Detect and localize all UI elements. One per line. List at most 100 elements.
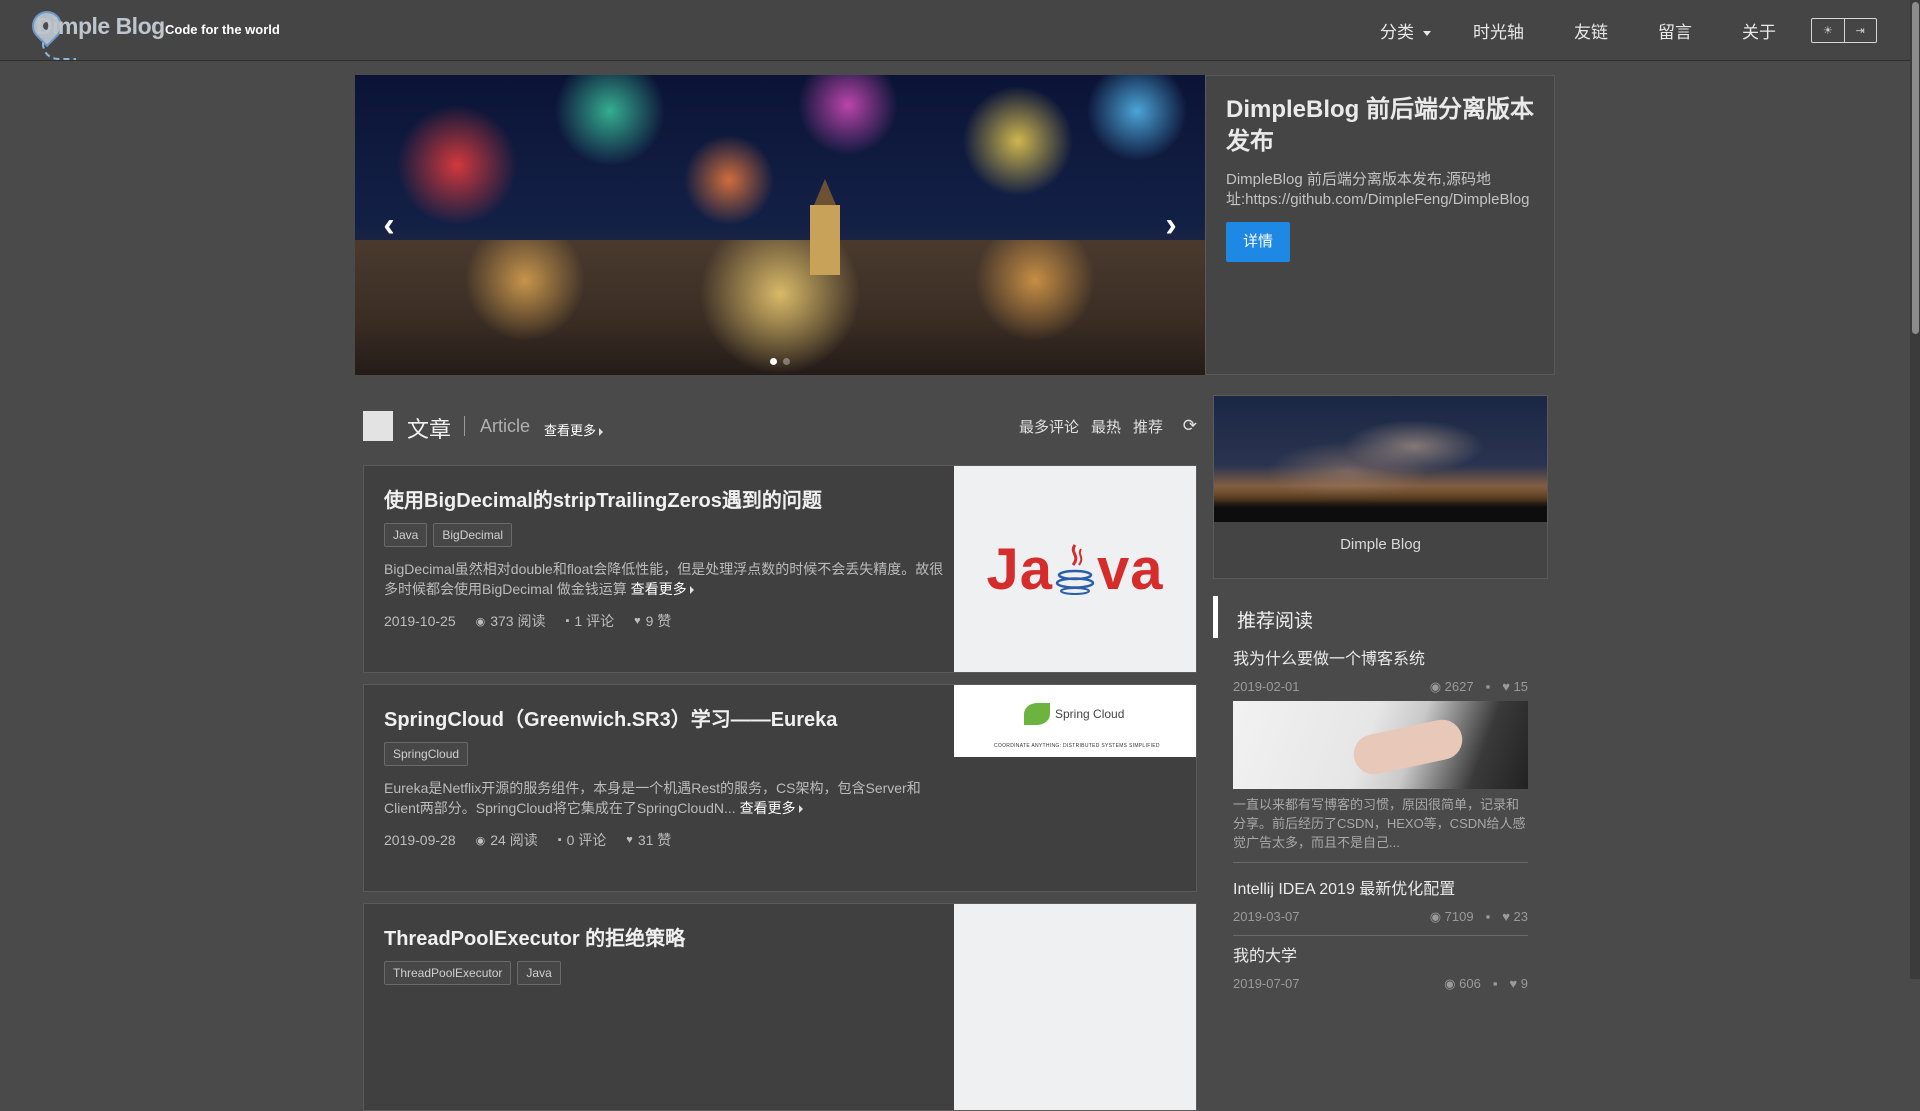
nav-friend-links[interactable]: 友链 — [1574, 18, 1608, 43]
sort-recommended[interactable]: 推荐 — [1133, 416, 1163, 437]
article-cover-java[interactable]: Ja va — [954, 466, 1196, 672]
view-more-label: 查看更多 — [544, 423, 597, 438]
nav-guestbook[interactable]: 留言 — [1658, 18, 1692, 43]
eye-icon: ◉ — [1429, 679, 1442, 694]
article-summary-text: Eureka是Netflix开源的服务组件，本身是一个机遇Rest的服务，CS架… — [384, 780, 921, 816]
recommended-item-title[interactable]: 我的大学 — [1233, 942, 1528, 966]
comment-icon: ▪ — [1485, 679, 1491, 694]
reads-count: 606 — [1459, 976, 1481, 991]
recommended-item-block: Intellij IDEA 2019 最新优化配置 2019-03-07 ◉ 7… — [1233, 875, 1528, 936]
article-cover-image[interactable] — [954, 904, 1196, 1110]
spring-cloud-logo: Spring Cloud — [1024, 703, 1124, 725]
refresh-icon[interactable]: ⟳ — [1183, 416, 1197, 436]
profile-card: Dimple Blog — [1213, 395, 1548, 579]
article-tag[interactable]: SpringCloud — [384, 742, 469, 766]
reads-count: 7109 — [1444, 909, 1474, 924]
article-title[interactable]: SpringCloud（Greenwich.SR3）学习——Eureka — [384, 703, 944, 732]
recommended-item-stats: ◉ 606 ▪ ♥ 9 — [1444, 976, 1528, 992]
article-tag[interactable]: BigDecimal — [433, 523, 513, 547]
article-summary: BigDecimal虽然相对double和float会降低性能，但是处理浮点数的… — [384, 559, 944, 599]
carousel-dot-active[interactable] — [770, 358, 777, 365]
section-divider — [464, 416, 465, 436]
recommended-item[interactable]: 我为什么要做一个博客系统 2019-02-01 ◉ 2627 ▪ ♥ 15 一直… — [1233, 645, 1528, 863]
article-body: 使用BigDecimal的stripTrailingZeros遇到的问题 Jav… — [384, 484, 944, 631]
article-meta: 2019-10-25 ◉ 373 阅读 ▪ 1 评论 ♥ 9 赞 — [384, 611, 944, 631]
recommended-item-reads: ◉ 606 — [1444, 976, 1481, 992]
carousel-image-town — [355, 240, 1205, 375]
likes-count: 9 — [1520, 976, 1528, 991]
recommended-accent-bar — [1213, 596, 1218, 638]
logo-text: Dimple Blog — [36, 13, 165, 39]
spring-logo-text: Spring Cloud — [1055, 707, 1125, 721]
logo-trail-decoration — [42, 38, 76, 60]
chevron-down-icon — [1423, 31, 1431, 37]
article-date: 2019-10-25 — [384, 613, 456, 629]
recommended-item-title[interactable]: Intellij IDEA 2019 最新优化配置 — [1233, 875, 1528, 899]
comment-icon: ▪ — [565, 615, 570, 627]
nav-category[interactable]: 分类 — [1380, 18, 1431, 43]
featured-description: DimpleBlog 前后端分离版本发布,源码地址:https://github… — [1226, 171, 1530, 208]
hero-carousel[interactable]: ‹ › — [355, 75, 1205, 375]
article-tag[interactable]: Java — [384, 523, 428, 547]
recommended-item-meta: 2019-07-07 ◉ 606 ▪ ♥ 9 — [1233, 976, 1528, 992]
recommended-item-summary: 一直以来都有写博客的习惯，原因很简单，记录和分享。前后经历了CSDN，HEXO等… — [1233, 795, 1528, 863]
article-tag[interactable]: Java — [517, 961, 561, 985]
site-slogan: Code for the world — [165, 22, 280, 37]
eye-icon: ◉ — [475, 834, 486, 847]
carousel-next-icon[interactable]: › — [1151, 205, 1191, 245]
carousel-image-tower — [810, 179, 840, 275]
article-view-more-link[interactable]: 查看更多 — [740, 800, 803, 816]
article-tag[interactable]: ThreadPoolExecutor — [384, 961, 512, 985]
article-view-more-link[interactable]: 查看更多 — [631, 581, 694, 597]
scrollbar-thumb[interactable] — [1912, 2, 1919, 334]
comment-icon: ▪ — [1492, 976, 1498, 991]
articles-view-more-link[interactable]: 查看更多 — [544, 420, 604, 439]
login-icon[interactable]: ⇥ — [1843, 19, 1877, 42]
recommended-item-image[interactable] — [1233, 701, 1528, 789]
article-card[interactable]: 使用BigDecimal的stripTrailingZeros遇到的问题 Jav… — [363, 465, 1197, 673]
article-body: SpringCloud（Greenwich.SR3）学习——Eureka Spr… — [384, 703, 944, 850]
java-logo-left: Ja — [986, 536, 1053, 602]
view-more-label: 查看更多 — [630, 581, 687, 597]
recommended-item[interactable]: 我的大学 2019-07-07 ◉ 606 ▪ ♥ 9 — [1233, 942, 1528, 992]
section-title-en: Article — [480, 416, 531, 436]
featured-details-button[interactable]: 详情 — [1226, 222, 1290, 262]
recommended-item-title[interactable]: 我为什么要做一个博客系统 — [1233, 645, 1528, 669]
article-card[interactable]: SpringCloud（Greenwich.SR3）学习——Eureka Spr… — [363, 684, 1197, 892]
article-title[interactable]: ThreadPoolExecutor 的拒绝策略 — [384, 922, 944, 951]
carousel-dot[interactable] — [783, 358, 790, 365]
heart-icon: ♥ — [626, 834, 633, 846]
sort-hottest[interactable]: 最热 — [1091, 416, 1121, 437]
recommended-item[interactable]: Intellij IDEA 2019 最新优化配置 2019-03-07 ◉ 7… — [1233, 875, 1528, 936]
recommended-item-meta: 2019-02-01 ◉ 2627 ▪ ♥ 15 — [1233, 679, 1528, 695]
sort-most-comments[interactable]: 最多评论 — [1019, 416, 1079, 437]
section-square-icon — [363, 411, 393, 441]
comment-icon: ▪ — [557, 834, 562, 846]
page-scrollbar[interactable] — [1910, 0, 1920, 979]
eye-icon: ◉ — [475, 615, 486, 628]
image-hand-decoration — [1350, 716, 1466, 778]
carousel-prev-icon[interactable]: ‹ — [369, 205, 409, 245]
sun-icon[interactable]: ☀ — [1812, 19, 1844, 42]
site-logo[interactable]: Dimple Blog — [25, 4, 165, 60]
sort-links: 最多评论 最热 推荐 — [1019, 416, 1163, 437]
nav-timeline[interactable]: 时光轴 — [1473, 18, 1524, 43]
article-comments: ▪ 0 评论 — [558, 830, 607, 850]
article-summary: Eureka是Netflix开源的服务组件，本身是一个机遇Rest的服务，CS架… — [384, 778, 944, 818]
article-card[interactable]: ThreadPoolExecutor 的拒绝策略 ThreadPoolExecu… — [363, 903, 1197, 1111]
featured-title[interactable]: DimpleBlog 前后端分离版本发布 — [1226, 94, 1534, 158]
nav-about[interactable]: 关于 — [1742, 18, 1776, 43]
article-title[interactable]: 使用BigDecimal的stripTrailingZeros遇到的问题 — [384, 484, 944, 513]
recommended-item-date: 2019-07-07 — [1233, 976, 1300, 991]
heart-icon: ♥ — [1509, 976, 1518, 991]
featured-post-panel: DimpleBlog 前后端分离版本发布 DimpleBlog 前后端分离版本发… — [1205, 75, 1555, 375]
recommended-header: 推荐阅读 — [1213, 596, 1548, 638]
theme-toggle[interactable]: ☀ ⇥ — [1811, 18, 1877, 43]
article-comments: ▪ 1 评论 — [565, 611, 614, 631]
likes-count: 15 — [1513, 679, 1528, 694]
profile-name: Dimple Blog — [1340, 536, 1421, 553]
article-tags: SpringCloud — [384, 742, 944, 766]
spring-tagline: COORDINATE ANYTHING: DISTRIBUTED SYSTEMS… — [994, 743, 1160, 749]
article-cover-spring-cloud[interactable]: Spring Cloud COORDINATE ANYTHING: DISTRI… — [954, 685, 1196, 757]
recommended-item-likes: ♥ 9 — [1509, 976, 1528, 992]
